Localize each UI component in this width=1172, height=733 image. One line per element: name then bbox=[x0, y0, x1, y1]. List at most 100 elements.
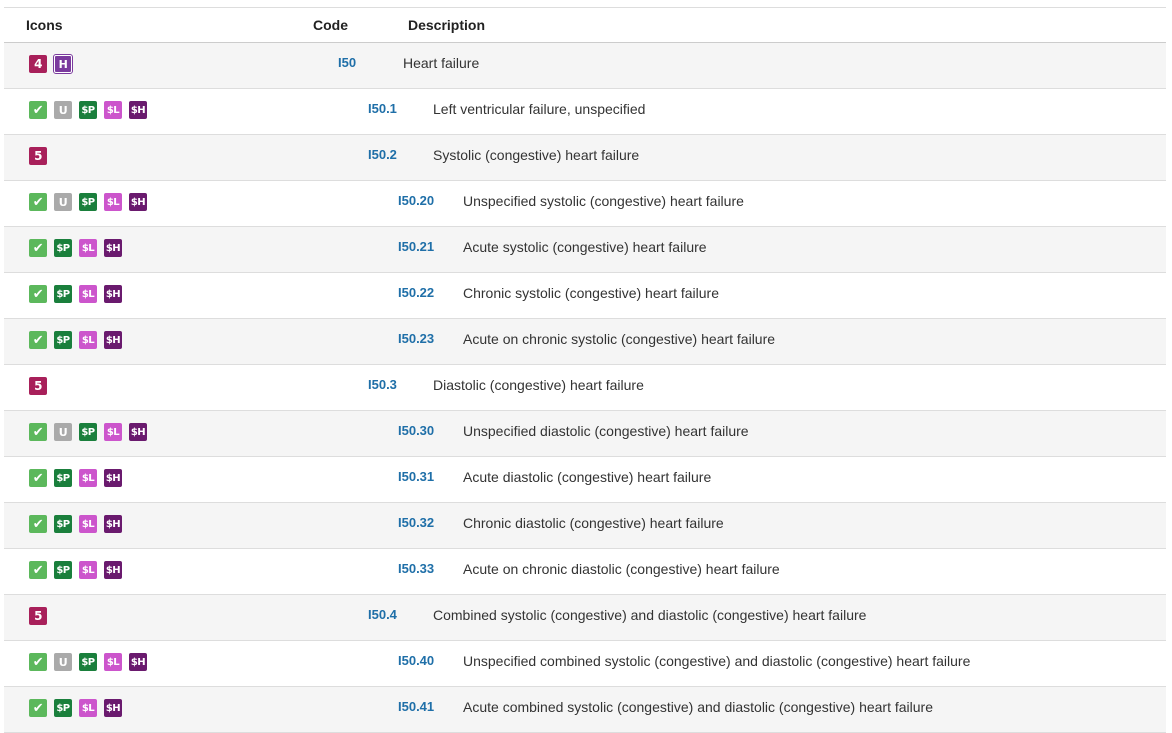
sl-icon[interactable]: $L bbox=[104, 101, 122, 119]
billable-check-icon[interactable]: ✔ bbox=[29, 331, 47, 349]
row-icons: ✔ $P $L $H bbox=[29, 331, 122, 349]
sp-icon[interactable]: $P bbox=[54, 239, 72, 257]
sh-icon[interactable]: $H bbox=[129, 423, 147, 441]
code-link[interactable]: I50.4 bbox=[368, 607, 397, 622]
level-5-icon[interactable]: 5 bbox=[29, 607, 47, 625]
code-link[interactable]: I50.30 bbox=[398, 423, 434, 438]
sp-icon[interactable]: $P bbox=[54, 285, 72, 303]
sp-icon[interactable]: $P bbox=[54, 515, 72, 533]
unacceptable-principal-icon[interactable]: U bbox=[54, 423, 72, 441]
sl-icon[interactable]: $L bbox=[104, 193, 122, 211]
billable-check-icon[interactable]: ✔ bbox=[29, 699, 47, 717]
sp-icon[interactable]: $P bbox=[54, 699, 72, 717]
sh-icon[interactable]: $H bbox=[129, 193, 147, 211]
code-link[interactable]: I50 bbox=[338, 55, 356, 70]
code-description: Unspecified systolic (congestive) heart … bbox=[463, 193, 744, 209]
code-link[interactable]: I50.20 bbox=[398, 193, 434, 208]
table-row: ✔ $P $L $H I50.21 Acute systolic (congestive)… bbox=[4, 227, 1166, 273]
level-4-icon[interactable]: 4 bbox=[29, 55, 47, 73]
billable-check-icon[interactable]: ✔ bbox=[29, 561, 47, 579]
code-link[interactable]: I50.23 bbox=[398, 331, 434, 346]
billable-check-icon[interactable]: ✔ bbox=[29, 423, 47, 441]
code-link[interactable]: I50.1 bbox=[368, 101, 397, 116]
sh-icon[interactable]: $H bbox=[104, 239, 122, 257]
billable-check-icon[interactable]: ✔ bbox=[29, 101, 47, 119]
sl-icon[interactable]: $L bbox=[104, 423, 122, 441]
billable-check-icon[interactable]: ✔ bbox=[29, 515, 47, 533]
code-description: Systolic (congestive) heart failure bbox=[433, 147, 640, 163]
code-description: Diastolic (congestive) heart failure bbox=[433, 377, 644, 393]
level-5-icon[interactable]: 5 bbox=[29, 147, 47, 165]
sp-icon[interactable]: $P bbox=[79, 653, 97, 671]
billable-check-icon[interactable]: ✔ bbox=[29, 469, 47, 487]
sl-icon[interactable]: $L bbox=[79, 469, 97, 487]
sh-icon[interactable]: $H bbox=[104, 515, 122, 533]
sh-icon[interactable]: $H bbox=[104, 561, 122, 579]
sl-icon[interactable]: $L bbox=[79, 285, 97, 303]
table-row: ✔ U $P $L $H I50.1 Left ventricular failure, u… bbox=[4, 89, 1166, 135]
code-description: Acute on chronic diastolic (congestive) … bbox=[463, 561, 780, 577]
level-5-icon[interactable]: 5 bbox=[29, 377, 47, 395]
sp-icon[interactable]: $P bbox=[79, 101, 97, 119]
sl-icon[interactable]: $L bbox=[79, 515, 97, 533]
table-row: ✔ $P $L $H I50.41 Acute combined systolic (co… bbox=[4, 687, 1166, 733]
billable-check-icon[interactable]: ✔ bbox=[29, 653, 47, 671]
code-link[interactable]: I50.2 bbox=[368, 147, 397, 162]
row-icons: ✔ $P $L $H bbox=[29, 239, 122, 257]
sl-icon[interactable]: $L bbox=[79, 239, 97, 257]
sp-icon[interactable]: $P bbox=[79, 423, 97, 441]
table-row: 5 I50.2 Systolic (congestive) heart failur… bbox=[4, 135, 1166, 181]
code-description: Unspecified combined systolic (congestiv… bbox=[463, 653, 971, 669]
sl-icon[interactable]: $L bbox=[104, 653, 122, 671]
sp-icon[interactable]: $P bbox=[54, 469, 72, 487]
row-icons: ✔ $P $L $H bbox=[29, 515, 122, 533]
sl-icon[interactable]: $L bbox=[79, 699, 97, 717]
table-row: 4 H I50 Heart failure bbox=[4, 43, 1166, 89]
code-link[interactable]: I50.40 bbox=[398, 653, 434, 668]
sl-icon[interactable]: $L bbox=[79, 561, 97, 579]
code-description: Acute combined systolic (congestive) and… bbox=[463, 699, 934, 715]
sh-icon[interactable]: $H bbox=[129, 653, 147, 671]
table-row: ✔ $P $L $H I50.32 Chronic diastolic (congesti… bbox=[4, 503, 1166, 549]
table-row: ✔ $P $L $H I50.31 Acute diastolic (congestive… bbox=[4, 457, 1166, 503]
sp-icon[interactable]: $P bbox=[54, 561, 72, 579]
row-icons: ✔ $P $L $H bbox=[29, 561, 122, 579]
code-link[interactable]: I50.3 bbox=[368, 377, 397, 392]
row-icons: ✔ U $P $L $H bbox=[29, 101, 147, 119]
row-icons: ✔ $P $L $H bbox=[29, 469, 122, 487]
h-icon[interactable]: H bbox=[53, 54, 73, 74]
code-link[interactable]: I50.31 bbox=[398, 469, 434, 484]
row-icons: ✔ $P $L $H bbox=[29, 699, 122, 717]
sl-icon[interactable]: $L bbox=[79, 331, 97, 349]
sp-icon[interactable]: $P bbox=[79, 193, 97, 211]
sh-icon[interactable]: $H bbox=[104, 469, 122, 487]
code-link[interactable]: I50.33 bbox=[398, 561, 434, 576]
unacceptable-principal-icon[interactable]: U bbox=[54, 101, 72, 119]
code-column-header: Code bbox=[313, 17, 348, 33]
sh-icon[interactable]: $H bbox=[104, 699, 122, 717]
code-description: Acute systolic (congestive) heart failur… bbox=[463, 239, 707, 255]
code-link[interactable]: I50.32 bbox=[398, 515, 434, 530]
table-row: ✔ U $P $L $H I50.30 Unspecified diastolic (con… bbox=[4, 411, 1166, 457]
row-icons: ✔ U $P $L $H bbox=[29, 653, 147, 671]
code-link[interactable]: I50.41 bbox=[398, 699, 434, 714]
table-body: 4 H I50 Heart failure ✔ U $P $L $H I50.1 Left vent… bbox=[4, 43, 1166, 733]
row-icons: 4H bbox=[29, 54, 73, 74]
code-link[interactable]: I50.22 bbox=[398, 285, 434, 300]
sh-icon[interactable]: $H bbox=[129, 101, 147, 119]
table-row: ✔ $P $L $H I50.23 Acute on chronic systolic (… bbox=[4, 319, 1166, 365]
row-icons: ✔ $P $L $H bbox=[29, 285, 122, 303]
row-icons: ✔ U $P $L $H bbox=[29, 193, 147, 211]
billable-check-icon[interactable]: ✔ bbox=[29, 239, 47, 257]
sh-icon[interactable]: $H bbox=[104, 331, 122, 349]
table-row: ✔ $P $L $H I50.33 Acute on chronic diastolic … bbox=[4, 549, 1166, 595]
table-row: 5 I50.4 Combined systolic (congestive) and… bbox=[4, 595, 1166, 641]
sh-icon[interactable]: $H bbox=[104, 285, 122, 303]
billable-check-icon[interactable]: ✔ bbox=[29, 285, 47, 303]
code-link[interactable]: I50.21 bbox=[398, 239, 434, 254]
sp-icon[interactable]: $P bbox=[54, 331, 72, 349]
billable-check-icon[interactable]: ✔ bbox=[29, 193, 47, 211]
code-description: Chronic diastolic (congestive) heart fai… bbox=[463, 515, 724, 531]
unacceptable-principal-icon[interactable]: U bbox=[54, 653, 72, 671]
unacceptable-principal-icon[interactable]: U bbox=[54, 193, 72, 211]
